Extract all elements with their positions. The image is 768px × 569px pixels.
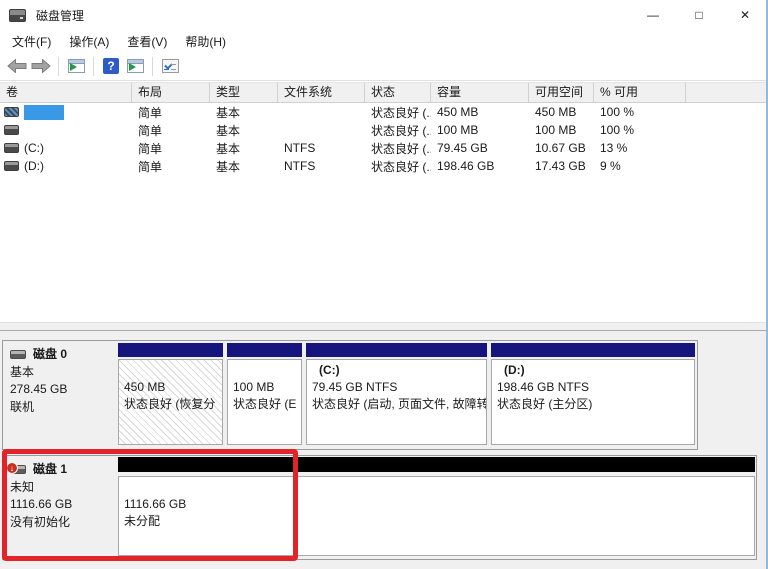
partition-efi[interactable]: 100 MB 状态良好 (E [226,342,303,448]
partition-name [228,362,301,379]
disk-size: 278.45 GB [10,381,67,399]
cell-status: 状态良好 (... [365,104,431,121]
disk-icon [10,350,26,359]
disk-0-label[interactable]: 磁盘 0 基本 278.45 GB 联机 [10,346,67,416]
column-header-capacity[interactable]: 容量 [431,83,529,102]
table-row[interactable]: 简单 基本 状态良好 (... 450 MB 450 MB 100 % [0,103,768,121]
cell-status: 状态良好 (... [365,122,431,139]
titlebar: 磁盘管理 — □ ✕ [0,0,768,30]
cell-capacity: 450 MB [431,105,529,119]
partition-status: 状态良好 (恢复分 [119,396,222,413]
partition-name [119,362,222,379]
column-header-pct-free[interactable]: % 可用 [594,83,686,102]
cell-pct-free: 100 % [594,105,686,119]
show-console-tree-icon[interactable] [64,55,88,77]
menu-help[interactable]: 帮助(H) [176,31,235,52]
toolbar-separator [93,57,94,76]
disk-name: 磁盘 0 [33,346,67,364]
partition-recovery[interactable]: 450 MB 状态良好 (恢复分 [117,342,224,448]
annotation-red-rectangle [2,449,298,561]
partition-status: 状态良好 (主分区) [492,396,694,413]
disk-type: 基本 [10,364,67,382]
show-action-pane-icon[interactable] [123,55,147,77]
column-header-filler [686,83,768,102]
partition-size: 450 MB [119,379,222,396]
cell-layout: 简单 [132,104,210,121]
cell-type: 基本 [210,104,278,121]
cell-capacity: 100 MB [431,123,529,137]
cell-volume-name: (D:) [24,159,44,173]
cell-layout: 简单 [132,140,210,157]
column-header-status[interactable]: 状态 [365,83,431,102]
cell-type: 基本 [210,158,278,175]
partition-color-bar [491,343,695,357]
cell-status: 状态良好 (... [365,140,431,157]
partition-name: (C:) [307,362,486,379]
cell-status: 状态良好 (... [365,158,431,175]
cell-type: 基本 [210,140,278,157]
cell-free-space: 100 MB [529,123,594,137]
volume-icon [4,125,19,135]
splitter-handle[interactable] [0,322,768,331]
maximize-button[interactable]: □ [676,0,722,30]
cell-layout: 简单 [132,158,210,175]
toolbar-separator [58,57,59,76]
volume-table-header: 卷 布局 类型 文件系统 状态 容量 可用空间 % 可用 [0,82,768,103]
column-header-free-space[interactable]: 可用空间 [529,83,594,102]
menu-action[interactable]: 操作(A) [60,31,118,52]
menu-file[interactable]: 文件(F) [3,31,60,52]
partition-name: (D:) [492,362,694,379]
volume-table: 简单 基本 状态良好 (... 450 MB 450 MB 100 % 简单 基… [0,103,768,322]
cell-layout: 简单 [132,122,210,139]
partition-status: 状态良好 (E [228,396,301,413]
menu-view[interactable]: 查看(V) [118,31,176,52]
column-header-filesystem[interactable]: 文件系统 [278,83,365,102]
partition-size: 79.45 GB NTFS [307,379,486,396]
partition-color-bar [227,343,302,357]
partition-color-bar [118,343,223,357]
cell-pct-free: 13 % [594,141,686,155]
column-header-volume[interactable]: 卷 [0,83,132,102]
selection-highlight [24,105,64,120]
volume-icon [4,143,19,153]
menubar: 文件(F) 操作(A) 查看(V) 帮助(H) [0,30,768,52]
cell-capacity: 198.46 GB [431,159,529,173]
disk-management-icon [9,9,26,22]
cell-volume-name: (C:) [24,141,44,155]
cell-pct-free: 100 % [594,123,686,137]
disk-status: 联机 [10,399,67,417]
table-row[interactable]: (C:) 简单 基本 NTFS 状态良好 (... 79.45 GB 10.67… [0,139,768,157]
column-header-type[interactable]: 类型 [210,83,278,102]
cell-pct-free: 9 % [594,159,686,173]
toolbar: ? [0,52,768,81]
window-controls: — □ ✕ [630,0,768,30]
minimize-button[interactable]: — [630,0,676,30]
partition-size: 198.46 GB NTFS [492,379,694,396]
back-icon[interactable] [5,55,29,77]
cell-filesystem: NTFS [278,159,365,173]
cell-free-space: 10.67 GB [529,141,594,155]
partition-status: 状态良好 (启动, 页面文件, 故障转 [307,396,486,413]
help-icon[interactable]: ? [99,55,123,77]
cell-free-space: 17.43 GB [529,159,594,173]
cell-free-space: 450 MB [529,105,594,119]
partition-c[interactable]: (C:) 79.45 GB NTFS 状态良好 (启动, 页面文件, 故障转 [305,342,488,448]
cell-capacity: 79.45 GB [431,141,529,155]
column-header-layout[interactable]: 布局 [132,83,210,102]
cell-filesystem: NTFS [278,141,365,155]
volume-icon [4,107,19,117]
toolbar-separator [152,57,153,76]
forward-icon[interactable] [29,55,53,77]
table-row[interactable]: (D:) 简单 基本 NTFS 状态良好 (... 198.46 GB 17.4… [0,157,768,175]
close-button[interactable]: ✕ [722,0,768,30]
window-title: 磁盘管理 [36,7,84,24]
partition-size: 100 MB [228,379,301,396]
disk-management-window: 磁盘管理 — □ ✕ 文件(F) 操作(A) 查看(V) 帮助(H) ? 卷 布… [0,0,768,569]
partition-d[interactable]: (D:) 198.46 GB NTFS 状态良好 (主分区) [490,342,696,448]
cell-type: 基本 [210,122,278,139]
partition-color-bar [306,343,487,357]
volume-icon [4,161,19,171]
table-row[interactable]: 简单 基本 状态良好 (... 100 MB 100 MB 100 % [0,121,768,139]
properties-icon[interactable] [158,55,182,77]
